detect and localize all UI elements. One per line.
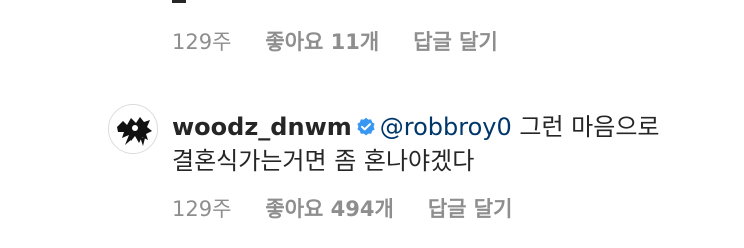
comment-likes-count[interactable]: 좋아요 11개: [265, 26, 379, 56]
verified-badge-icon: [357, 117, 375, 136]
comment-likes-count[interactable]: 좋아요 494개: [265, 193, 393, 223]
reply-button[interactable]: 답글 달기: [413, 26, 498, 56]
reply-button[interactable]: 답글 달기: [428, 193, 513, 223]
cropped-text-fragment: [172, 0, 186, 3]
avatar[interactable]: [108, 104, 158, 154]
comment-mention-link[interactable]: @robbroy0: [380, 113, 512, 141]
comment-meta: 129주 좋아요 494개 답글 달기: [172, 193, 512, 223]
comment-time[interactable]: 129주: [172, 193, 231, 223]
comment-body: woodz_dnwm @robbroy0 그런 마음으로 결혼식가는거면 좀 혼…: [172, 110, 712, 178]
previous-comment-meta: 129주 좋아요 11개 답글 달기: [172, 26, 498, 56]
comment-username[interactable]: woodz_dnwm: [172, 113, 352, 141]
comment-time[interactable]: 129주: [172, 26, 231, 56]
avatar-image: [109, 105, 157, 153]
comment-text-line2: 결혼식가는거면 좀 혼나야겠다: [172, 147, 475, 175]
comment-text-line1: 그런 마음으로: [511, 113, 660, 141]
